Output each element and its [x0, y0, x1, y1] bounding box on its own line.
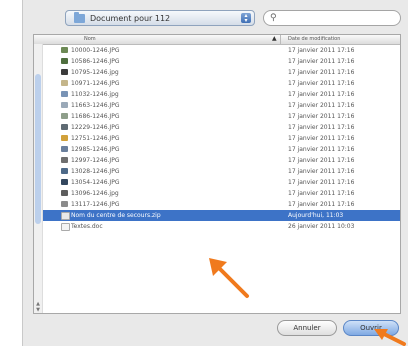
file-date: 17 janvier 2011 17:16 [288, 157, 355, 164]
file-name: 10795-1246.jpg [71, 69, 119, 76]
search-field[interactable]: ⚲ [263, 10, 401, 26]
file-date: 26 janvier 2011 10:03 [288, 223, 355, 230]
file-date: 17 janvier 2011 17:16 [288, 102, 355, 109]
file-row[interactable]: 10971-1246.JPG 17 janvier 2011 17:16 [43, 78, 400, 89]
file-date: 17 janvier 2011 17:16 [288, 146, 355, 153]
file-row[interactable]: 13028-1246.JPG 17 janvier 2011 17:16 [43, 166, 400, 177]
annotation-arrow-open [374, 329, 406, 346]
file-thumbnail-icon [61, 47, 68, 53]
file-name: 11663-1246.JPG [71, 102, 120, 109]
file-date: 17 janvier 2011 17:16 [288, 69, 355, 76]
file-thumbnail-icon [61, 69, 68, 75]
file-row[interactable]: 12985-1246.JPG 17 janvier 2011 17:16 [43, 144, 400, 155]
file-name: 11032-1246.jpg [71, 91, 119, 98]
file-thumbnail-icon [61, 58, 68, 64]
file-row[interactable]: 13096-1246.jpg 17 janvier 2011 17:16 [43, 188, 400, 199]
file-name: 10000-1246.JPG [71, 47, 120, 54]
folder-icon [74, 12, 85, 23]
sort-arrow-icon: ▲ [272, 35, 277, 42]
file-name: 13096-1246.jpg [71, 190, 119, 197]
file-date: 17 janvier 2011 17:16 [288, 80, 355, 87]
file-rows: 10000-1246.JPG 17 janvier 2011 17:16 10586… [43, 45, 400, 232]
file-row[interactable]: Textes.doc 26 janvier 2011 10:03 [43, 221, 400, 232]
file-thumbnail-icon [61, 201, 68, 207]
column-header-date[interactable]: Date de modification [288, 36, 340, 42]
file-date: Aujourd'hui, 11:03 [288, 212, 344, 219]
file-row[interactable]: 10586-1246.JPG 17 janvier 2011 17:16 [43, 56, 400, 67]
annotation-arrow-file [209, 258, 249, 298]
file-thumbnail-icon [61, 157, 68, 163]
file-thumbnail-icon [61, 124, 68, 130]
folder-popup[interactable]: Document pour 112 ▴ ▾ [65, 10, 255, 26]
file-name: 13054-1246.JPG [71, 179, 120, 186]
file-row[interactable]: 11663-1246.JPG 17 janvier 2011 17:16 [43, 100, 400, 111]
column-divider[interactable] [280, 35, 281, 44]
file-date: 17 janvier 2011 17:16 [288, 190, 355, 197]
folder-popup-label: Document pour 112 [90, 14, 171, 23]
file-thumbnail-icon [61, 135, 68, 141]
file-name: 13028-1246.JPG [71, 168, 120, 175]
dialog-toolbar: Document pour 112 ▴ ▾ ⚲ [23, 0, 408, 34]
file-row[interactable]: 13054-1246.JPG 17 janvier 2011 17:16 [43, 177, 400, 188]
file-row[interactable]: 11032-1246.jpg 17 janvier 2011 17:16 [43, 89, 400, 100]
file-thumbnail-icon [61, 80, 68, 86]
file-thumbnail-icon [61, 146, 68, 152]
file-date: 17 janvier 2011 17:16 [288, 124, 355, 131]
file-row[interactable]: Nom du centre de secours.zip Aujourd'hui,… [43, 210, 400, 221]
popup-stepper-icon: ▴ ▾ [241, 13, 251, 24]
file-thumbnail-icon [61, 212, 70, 220]
scrollbar-thumb[interactable] [35, 74, 41, 224]
file-row[interactable]: 13117-1246.JPG 17 janvier 2011 17:16 [43, 199, 400, 210]
file-name: 12229-1246.JPG [71, 124, 120, 131]
file-date: 17 janvier 2011 17:16 [288, 113, 355, 120]
file-thumbnail-icon [61, 190, 68, 196]
file-row[interactable]: 10795-1246.jpg 17 janvier 2011 17:16 [43, 67, 400, 78]
file-name: 13117-1246.JPG [71, 201, 120, 208]
file-row[interactable]: 11686-1246.JPG 17 janvier 2011 17:16 [43, 111, 400, 122]
file-date: 17 janvier 2011 17:16 [288, 135, 355, 142]
file-name: 12985-1246.JPG [71, 146, 120, 153]
file-thumbnail-icon [61, 91, 68, 97]
file-name: Nom du centre de secours.zip [71, 212, 161, 219]
file-row[interactable]: 12751-1246.JPG 17 janvier 2011 17:16 [43, 133, 400, 144]
file-date: 17 janvier 2011 17:16 [288, 179, 355, 186]
cancel-button[interactable]: Annuler [277, 320, 337, 336]
file-date: 17 janvier 2011 17:16 [288, 201, 355, 208]
file-name: 12997-1246.JPG [71, 157, 120, 164]
file-name: 12751-1246.JPG [71, 135, 120, 142]
file-name: 10586-1246.JPG [71, 58, 120, 65]
file-name: 10971-1246.JPG [71, 80, 120, 87]
file-date: 17 janvier 2011 17:16 [288, 58, 355, 65]
file-row[interactable]: 12997-1246.JPG 17 janvier 2011 17:16 [43, 155, 400, 166]
scroll-arrows-icon[interactable]: ▲ ▼ [35, 301, 41, 313]
file-date: 17 janvier 2011 17:16 [288, 47, 355, 54]
file-row[interactable]: 10000-1246.JPG 17 janvier 2011 17:16 [43, 45, 400, 56]
file-thumbnail-icon [61, 102, 68, 108]
file-thumbnail-icon [61, 168, 68, 174]
vertical-scrollbar[interactable]: ▲ ▼ [34, 44, 43, 313]
file-thumbnail-icon [61, 223, 70, 231]
file-name: 11686-1246.JPG [71, 113, 120, 120]
file-date: 17 janvier 2011 17:16 [288, 168, 355, 175]
file-row[interactable]: 12229-1246.JPG 17 janvier 2011 17:16 [43, 122, 400, 133]
magnifier-icon: ⚲ [270, 13, 277, 23]
file-date: 17 janvier 2011 17:16 [288, 91, 355, 98]
file-thumbnail-icon [61, 179, 68, 185]
file-name: Textes.doc [71, 223, 103, 230]
column-header: Nom ▲ Date de modification [34, 35, 400, 45]
file-thumbnail-icon [61, 113, 68, 119]
column-header-name[interactable]: Nom [84, 36, 96, 42]
